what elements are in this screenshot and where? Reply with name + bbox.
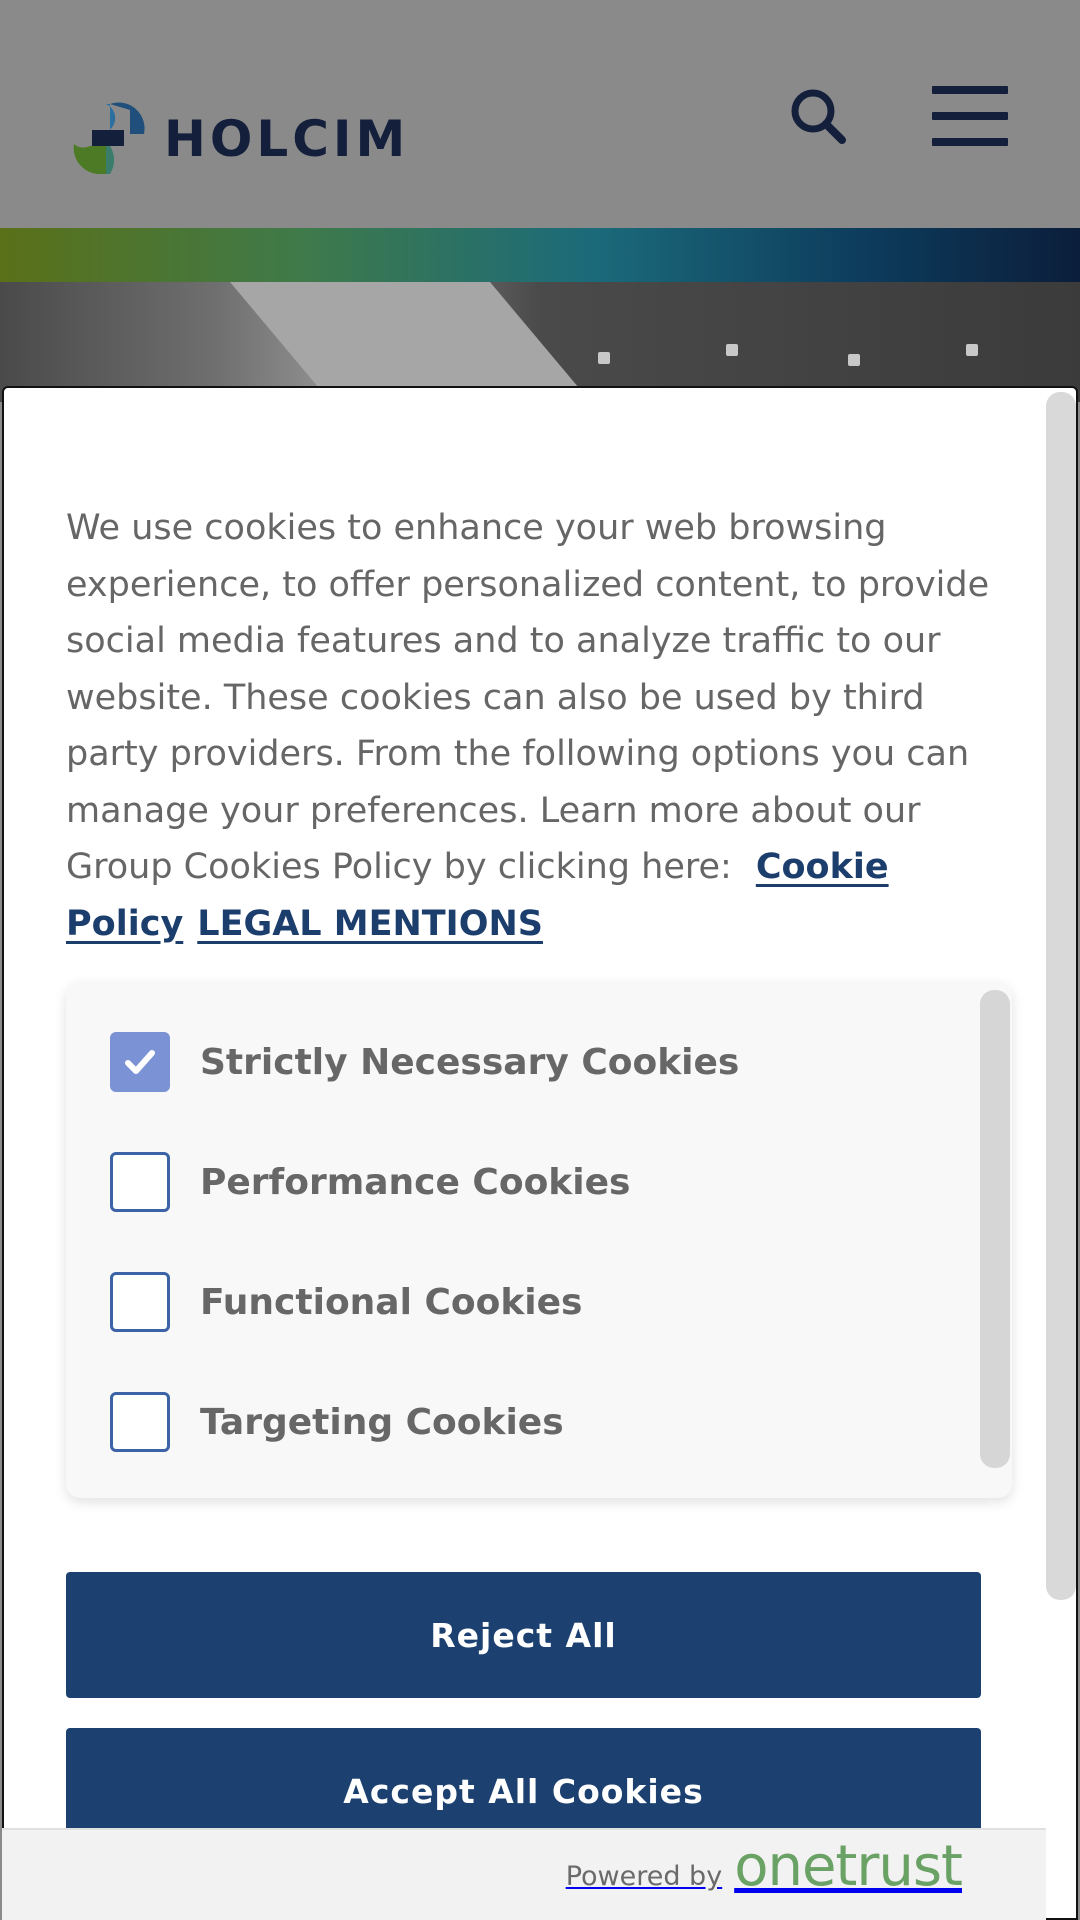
category-label: Strictly Necessary Cookies: [200, 1041, 740, 1083]
performance-checkbox[interactable]: [110, 1152, 170, 1212]
checkmark-icon: [125, 1050, 155, 1074]
hamburger-menu-icon[interactable]: [932, 86, 1008, 146]
brand-name: HOLCIM: [164, 110, 410, 168]
cookie-description: We use cookies to enhance your web brows…: [66, 500, 996, 952]
site-header: HOLCIM: [0, 0, 1080, 228]
category-label: Performance Cookies: [200, 1161, 631, 1203]
onetrust-logo: onetrust: [734, 1834, 963, 1899]
category-label: Functional Cookies: [200, 1281, 583, 1323]
holcim-logo[interactable]: HOLCIM: [70, 100, 409, 178]
category-performance[interactable]: Performance Cookies: [110, 1152, 630, 1212]
category-functional[interactable]: Functional Cookies: [110, 1272, 582, 1332]
category-label: Targeting Cookies: [200, 1401, 564, 1443]
category-targeting[interactable]: Targeting Cookies: [110, 1392, 564, 1452]
powered-by-label: Powered by: [565, 1861, 723, 1892]
category-list-scrollbar[interactable]: [980, 990, 1010, 1468]
legal-mentions-link[interactable]: LEGAL MENTIONS: [197, 904, 543, 944]
hero-image: [0, 282, 1080, 402]
functional-checkbox[interactable]: [110, 1272, 170, 1332]
reject-all-button[interactable]: Reject All: [66, 1572, 981, 1698]
modal-footer: Powered by onetrust: [2, 1828, 1046, 1920]
brand-gradient-bar: [0, 228, 1080, 282]
strictly-necessary-checkbox[interactable]: [110, 1032, 170, 1092]
powered-by-onetrust-link[interactable]: Powered by onetrust: [565, 1834, 963, 1899]
description-text: We use cookies to enhance your web brows…: [66, 508, 990, 887]
modal-scrollbar[interactable]: [1046, 392, 1076, 1600]
category-strictly-necessary[interactable]: Strictly Necessary Cookies: [110, 1032, 739, 1092]
targeting-checkbox[interactable]: [110, 1392, 170, 1452]
holcim-logo-icon: [73, 102, 145, 175]
search-icon[interactable]: [788, 86, 848, 146]
